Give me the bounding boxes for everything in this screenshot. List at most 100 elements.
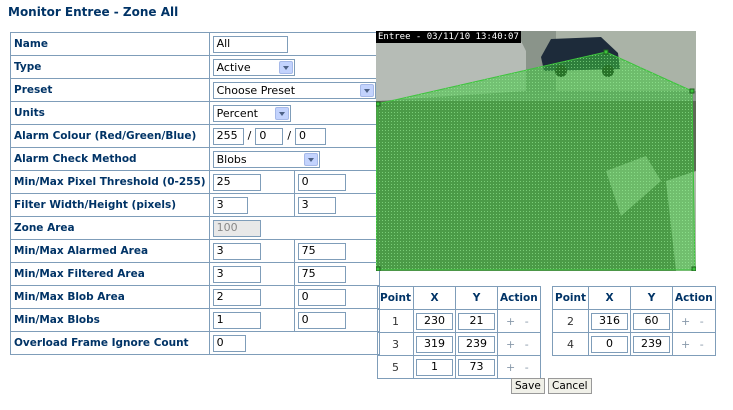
alarm-check-method-select[interactable]: Blobs	[212, 150, 320, 168]
add-remove-point-actions[interactable]: + -	[506, 315, 532, 328]
preset-select[interactable]: Choose Preset	[212, 81, 376, 99]
alarmed-area-label: Min/Max Alarmed Area	[10, 239, 210, 263]
camera-frame	[376, 31, 696, 271]
add-remove-point-actions[interactable]: + -	[681, 315, 707, 328]
action-header: Action	[672, 286, 716, 310]
blob-area-max-input[interactable]: 0	[297, 288, 346, 306]
colour-separator: /	[287, 129, 292, 142]
x-header: X	[413, 286, 457, 310]
filtered-area-max-input[interactable]: 75	[297, 265, 346, 283]
points-table-left: Point X Y Action 1 230 21 + - 3 319 239 …	[376, 286, 541, 379]
camera-timestamp: Entree - 03/11/10 13:40:07	[376, 31, 521, 43]
row-blob-area: Min/Max Blob Area 2 0	[10, 285, 380, 309]
table-row: 5 1 73 + -	[376, 355, 541, 379]
table-row: 3 319 239 + -	[376, 332, 541, 356]
row-type: Type Active	[10, 55, 380, 79]
y-header: Y	[630, 286, 674, 310]
point-y-input[interactable]: 21	[458, 312, 496, 330]
point-y-input[interactable]: 239	[633, 335, 671, 353]
point-y-input[interactable]: 73	[458, 358, 496, 376]
chevron-down-icon	[303, 152, 318, 166]
overload-ignore-label: Overload Frame Ignore Count	[10, 331, 210, 355]
zone-point-handle[interactable]	[689, 88, 695, 94]
table-row: 4 0 239 + -	[551, 332, 716, 356]
point-x-input[interactable]: 316	[591, 312, 629, 330]
blobs-max-input[interactable]: 0	[297, 311, 346, 329]
point-x-input[interactable]: 230	[416, 312, 454, 330]
camera-zone-image[interactable]: Entree - 03/11/10 13:40:07	[376, 31, 696, 271]
row-preset: Preset Choose Preset	[10, 78, 380, 102]
point-number: 5	[376, 355, 415, 379]
row-zone-area: Zone Area 100	[10, 216, 380, 240]
alarm-colour-blue-input[interactable]: 0	[295, 127, 327, 145]
point-number: 3	[376, 332, 415, 356]
row-filter-size: Filter Width/Height (pixels) 3 3	[10, 193, 380, 217]
alarm-colour-red-input[interactable]: 255	[212, 127, 244, 145]
type-select[interactable]: Active	[212, 58, 295, 76]
filter-height-input[interactable]: 3	[297, 196, 336, 214]
blob-area-label: Min/Max Blob Area	[10, 285, 210, 309]
name-input[interactable]: All	[212, 35, 288, 53]
point-x-input[interactable]: 319	[416, 335, 454, 353]
point-header: Point	[376, 286, 415, 310]
preset-label: Preset	[10, 78, 210, 102]
zone-area-input: 100	[212, 219, 261, 237]
chevron-down-icon	[359, 83, 374, 97]
row-overload-ignore: Overload Frame Ignore Count 0	[10, 331, 380, 355]
points-table-right: Point X Y Action 2 316 60 + - 4 0 239 + …	[551, 286, 716, 356]
alarm-check-method-label: Alarm Check Method	[10, 147, 210, 171]
filter-size-label: Filter Width/Height (pixels)	[10, 193, 210, 217]
zone-point-handle[interactable]	[603, 49, 609, 55]
point-number: 4	[551, 332, 590, 356]
row-units: Units Percent	[10, 101, 380, 125]
point-y-input[interactable]: 239	[458, 335, 496, 353]
table-row: 1 230 21 + -	[376, 309, 541, 333]
alarm-colour-label: Alarm Colour (Red/Green/Blue)	[10, 124, 210, 148]
point-number: 1	[376, 309, 415, 333]
row-blobs: Min/Max Blobs 1 0	[10, 308, 380, 332]
type-label: Type	[10, 55, 210, 79]
row-pixel-threshold: Min/Max Pixel Threshold (0-255) 25 0	[10, 170, 380, 194]
preset-select-value: Choose Preset	[216, 83, 296, 97]
point-header: Point	[551, 286, 590, 310]
table-row: 2 316 60 + -	[551, 309, 716, 333]
zone-point-handle[interactable]	[691, 266, 696, 271]
type-select-value: Active	[216, 60, 251, 74]
row-alarm-check-method: Alarm Check Method Blobs	[10, 147, 380, 171]
blobs-label: Min/Max Blobs	[10, 308, 210, 332]
point-number: 2	[551, 309, 590, 333]
add-remove-point-actions[interactable]: + -	[681, 338, 707, 351]
filtered-area-min-input[interactable]: 3	[212, 265, 261, 283]
add-remove-point-actions[interactable]: + -	[506, 338, 532, 351]
row-name: Name All	[10, 32, 380, 56]
blobs-min-input[interactable]: 1	[212, 311, 261, 329]
zone-point-handle[interactable]	[376, 266, 381, 271]
alarm-colour-green-input[interactable]: 0	[255, 127, 284, 145]
units-label: Units	[10, 101, 210, 125]
zone-point-handle[interactable]	[376, 101, 381, 107]
point-x-input[interactable]: 1	[416, 358, 454, 376]
chevron-down-icon	[274, 106, 289, 120]
save-button[interactable]: Save	[511, 378, 545, 394]
units-select[interactable]: Percent	[212, 104, 291, 122]
point-y-input[interactable]: 60	[633, 312, 671, 330]
pixel-threshold-min-input[interactable]: 25	[212, 173, 261, 191]
blob-area-min-input[interactable]: 2	[212, 288, 261, 306]
alarmed-area-max-input[interactable]: 75	[297, 242, 346, 260]
cancel-button[interactable]: Cancel	[548, 378, 592, 394]
add-remove-point-actions[interactable]: + -	[506, 361, 532, 374]
x-header: X	[588, 286, 632, 310]
row-alarmed-area: Min/Max Alarmed Area 3 75	[10, 239, 380, 263]
overload-ignore-input[interactable]: 0	[212, 334, 246, 352]
points-header-row: Point X Y Action	[376, 286, 541, 310]
row-alarm-colour: Alarm Colour (Red/Green/Blue) 255/0/0	[10, 124, 380, 148]
alarmed-area-min-input[interactable]: 3	[212, 242, 261, 260]
action-header: Action	[497, 286, 541, 310]
point-x-input[interactable]: 0	[591, 335, 629, 353]
pixel-threshold-max-input[interactable]: 0	[297, 173, 346, 191]
zone-area-label: Zone Area	[10, 216, 210, 240]
pixel-threshold-label: Min/Max Pixel Threshold (0-255)	[10, 170, 210, 194]
filter-width-input[interactable]: 3	[212, 196, 248, 214]
filtered-area-label: Min/Max Filtered Area	[10, 262, 210, 286]
alarm-check-method-value: Blobs	[216, 152, 247, 166]
